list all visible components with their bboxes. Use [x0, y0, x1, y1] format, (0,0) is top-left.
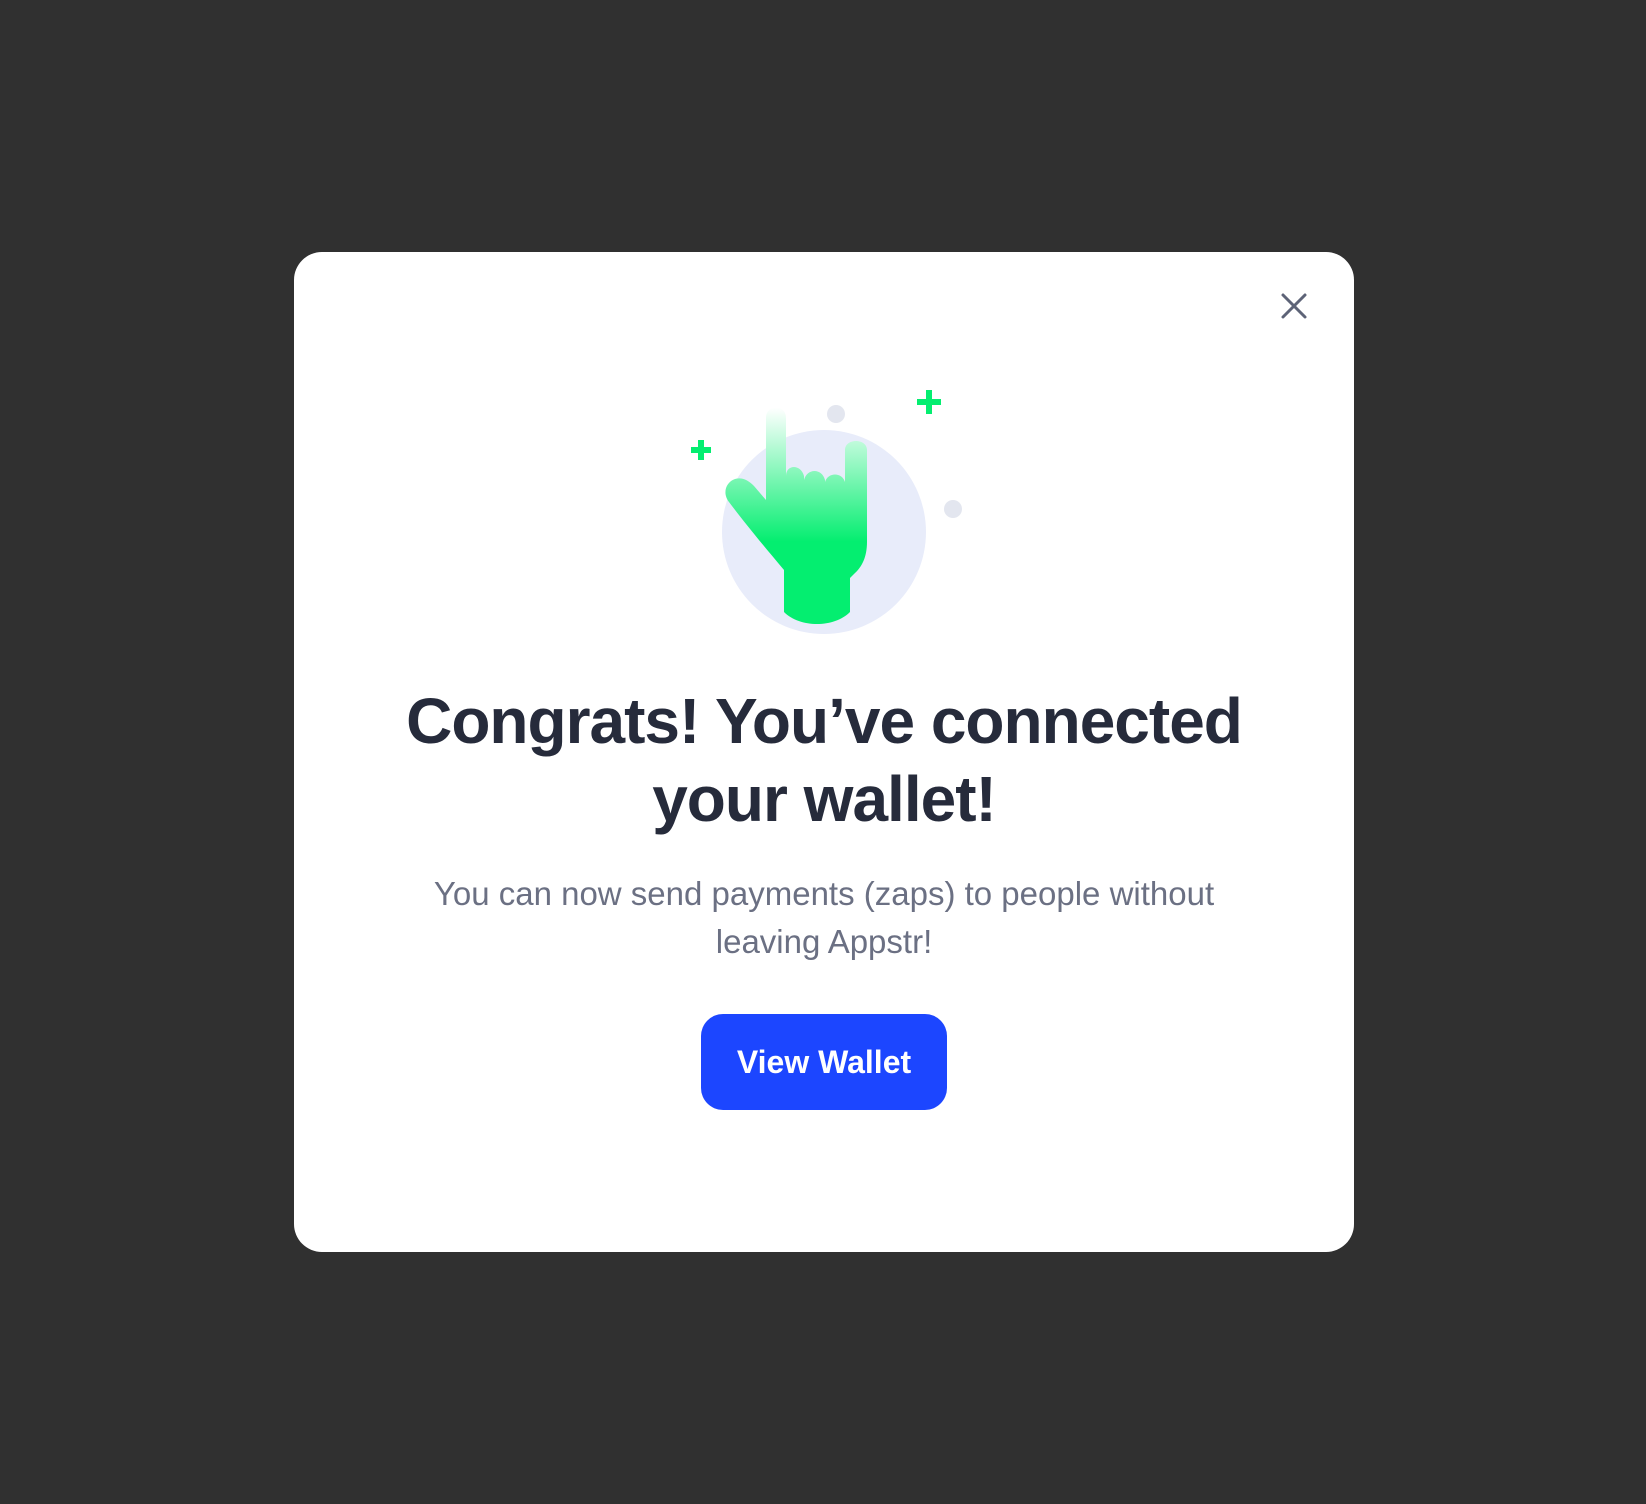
dialog-title: Congrats! You’ve connected your wallet!	[406, 685, 1243, 835]
rock-hand-icon	[691, 390, 962, 634]
close-icon	[1281, 293, 1307, 319]
dialog-description: You can now send payments (zaps) to peop…	[433, 875, 1215, 960]
close-button[interactable]	[1274, 286, 1314, 326]
view-wallet-button[interactable]: View Wallet	[701, 1014, 947, 1110]
wallet-connected-dialog: Congrats! You’ve connected your wallet! …	[294, 252, 1354, 1252]
